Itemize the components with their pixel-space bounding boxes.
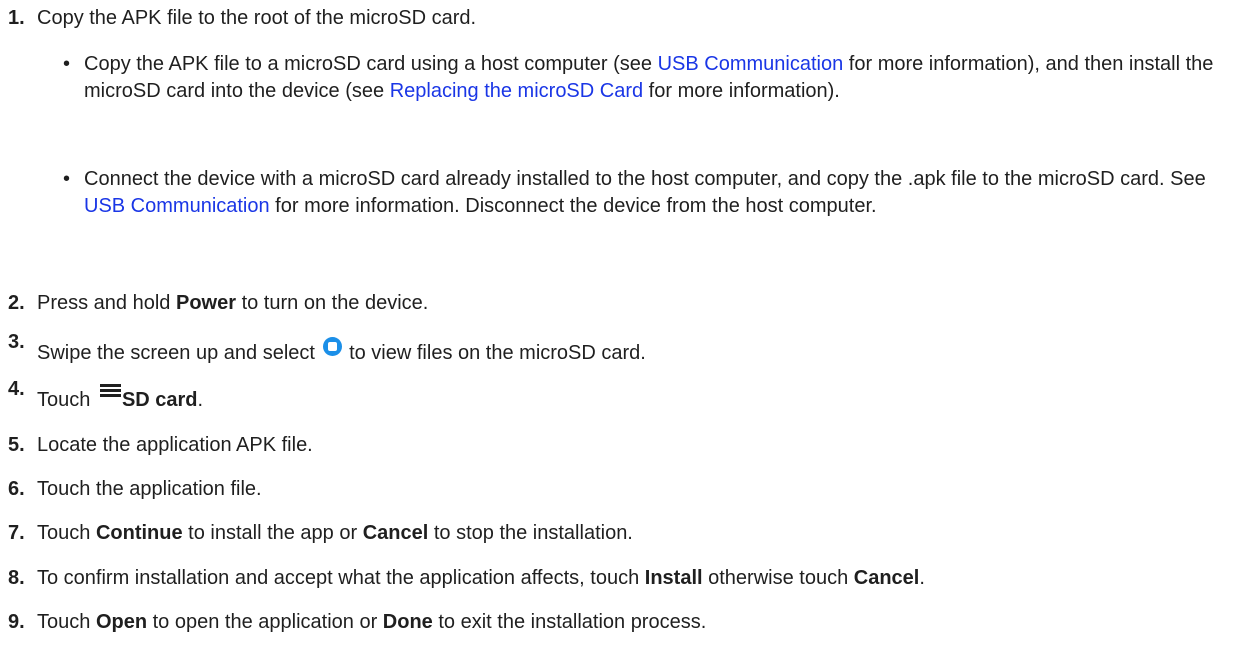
text-run: for more information). [643,79,840,102]
ui-term-power: Power [175,292,237,314]
step-text: Touch Continue to install the app or Can… [37,521,633,545]
text-run: to stop the installation. [428,522,633,544]
ui-term-continue: Continue [95,522,183,544]
text-run: Copy the APK file to a microSD card usin… [84,53,658,75]
text-run: otherwise touch [702,567,854,589]
step-number: 9. [8,611,25,633]
sub-item-text: Connect the device with a microSD card a… [84,166,1224,219]
ui-term-sd-card: SD card [121,389,198,411]
step-number: 1. [8,7,25,29]
step-number: 7. [8,522,25,544]
text-run: to install the app or [182,522,363,544]
text-run: . [197,389,204,411]
ui-term-cancel: Cancel [362,522,429,544]
step-text: To confirm installation and accept what … [37,566,925,590]
link-usb-communication[interactable]: USB Communication [84,195,270,217]
text-run: Press and hold [37,292,176,314]
step-number: 3. [8,331,25,353]
step-text: Locate the application APK file. [37,434,313,456]
ui-term-install: Install [644,567,703,589]
step-text: Touch SD card. [37,383,203,411]
step-text: Touch the application file. [37,478,262,500]
step-number: 5. [8,434,25,456]
menu-icon [99,384,121,397]
ui-term-cancel: Cancel [853,567,920,589]
text-run: Touch [37,522,96,544]
step-text: Copy the APK file to the root of the mic… [37,7,477,29]
step-text: Touch Open to open the application or Do… [37,610,706,634]
text-run: to exit the installation process. [432,611,707,633]
link-usb-communication[interactable]: USB Communication [658,53,844,75]
step-number: 6. [8,478,25,500]
bullet: • [63,53,71,75]
text-run: to view files on the microSD card. [343,342,646,364]
text-run: to turn on the device. [236,292,429,314]
link-replacing-microsd-card[interactable]: Replacing the microSD Card [390,80,643,102]
text-run: . [919,567,925,589]
text-run: for more information. Disconnect the dev… [269,194,877,217]
bullet: • [63,168,71,190]
text-run: Touch [37,611,96,633]
text-run: Touch [37,389,96,411]
ui-term-done: Done [382,611,433,633]
ui-term-open: Open [95,611,148,633]
step-number: 8. [8,567,25,589]
text-run: to open the application or [147,611,383,633]
sub-item-text: Copy the APK file to a microSD card usin… [84,51,1224,104]
text-run: Connect the device with a microSD card a… [84,168,1206,190]
step-number: 4. [8,378,25,400]
step-text: Press and hold Power to turn on the devi… [37,291,428,315]
text-run: To confirm installation and accept what … [37,567,645,589]
step-text: Swipe the screen up and select to view f… [37,336,646,364]
text-run: Swipe the screen up and select [37,342,321,364]
files-app-icon [322,337,342,356]
step-number: 2. [8,292,25,314]
